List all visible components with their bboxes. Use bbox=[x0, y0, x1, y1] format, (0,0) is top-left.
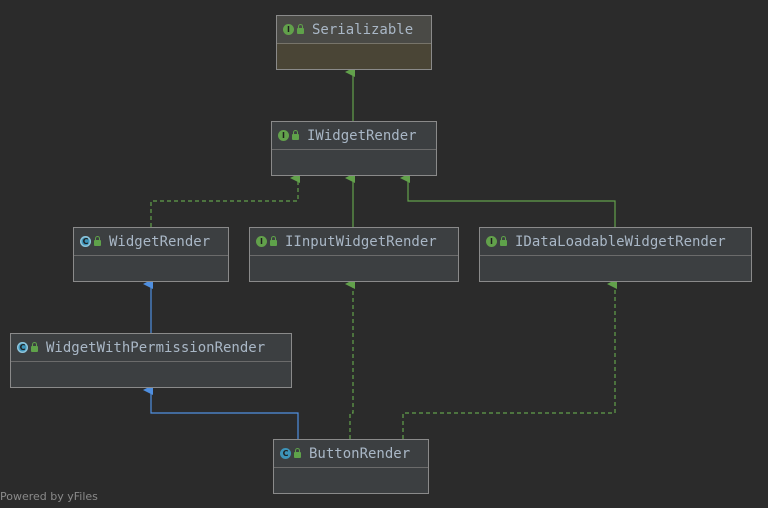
node-widgetrender[interactable]: C WidgetRender bbox=[73, 227, 229, 282]
node-header: C ButtonRender bbox=[274, 440, 428, 468]
node-widgetwithpermissionrender[interactable]: C WidgetWithPermissionRender bbox=[10, 333, 292, 388]
interface-icon: I bbox=[283, 24, 294, 35]
edge-buttonrender-widgetwithpermission bbox=[143, 385, 299, 439]
node-header: C WidgetRender bbox=[74, 228, 228, 256]
public-lock-icon bbox=[500, 236, 507, 246]
node-serializable[interactable]: I Serializable bbox=[276, 15, 432, 70]
node-buttonrender[interactable]: C ButtonRender bbox=[273, 439, 429, 494]
node-header: I Serializable bbox=[277, 16, 431, 44]
node-header: C WidgetWithPermissionRender bbox=[11, 334, 291, 362]
interface-icon: I bbox=[256, 236, 267, 247]
node-header: I IDataLoadableWidgetRender bbox=[480, 228, 751, 256]
node-label: IInputWidgetRender bbox=[285, 233, 437, 250]
abstract-class-icon: C bbox=[17, 342, 28, 353]
edge-buttonrender-idataloadable bbox=[402, 279, 617, 439]
node-idataloadablewidgetrender[interactable]: I IDataLoadableWidgetRender bbox=[479, 227, 752, 282]
node-header: I IWidgetRender bbox=[272, 122, 436, 150]
node-iinputwidgetrender[interactable]: I IInputWidgetRender bbox=[249, 227, 459, 282]
abstract-class-icon: C bbox=[80, 236, 91, 247]
node-iwidgetrender[interactable]: I IWidgetRender bbox=[271, 121, 437, 176]
node-label: IDataLoadableWidgetRender bbox=[515, 233, 726, 250]
node-header: I IInputWidgetRender bbox=[250, 228, 458, 256]
edge-buttonrender-iinputwidgetrender bbox=[345, 279, 355, 439]
class-icon: C bbox=[280, 448, 291, 459]
public-lock-icon bbox=[94, 236, 101, 246]
node-label: IWidgetRender bbox=[307, 127, 417, 144]
interface-icon: I bbox=[278, 130, 289, 141]
interface-icon: I bbox=[486, 236, 497, 247]
node-label: WidgetRender bbox=[109, 233, 211, 250]
public-lock-icon bbox=[270, 236, 277, 246]
edge-idataloadable-iwidgetrender bbox=[400, 173, 616, 227]
node-label: ButtonRender bbox=[309, 445, 411, 462]
public-lock-icon bbox=[31, 342, 38, 352]
public-lock-icon bbox=[297, 24, 304, 34]
node-label: WidgetWithPermissionRender bbox=[46, 339, 266, 356]
public-lock-icon bbox=[294, 448, 301, 458]
node-label: Serializable bbox=[312, 21, 414, 38]
powered-by-footer: Powered by yFiles bbox=[0, 490, 98, 503]
edge-widgetrender-iwidgetrender bbox=[150, 173, 300, 227]
public-lock-icon bbox=[292, 130, 299, 140]
